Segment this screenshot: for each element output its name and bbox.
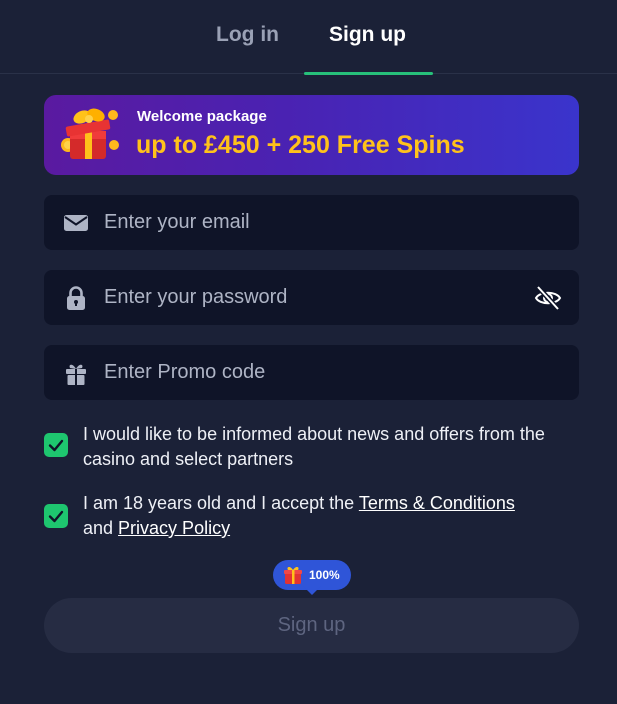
gift-icon (284, 566, 302, 584)
terms-text-prefix: I am 18 years old and I accept the (83, 493, 359, 513)
privacy-policy-link[interactable]: Privacy Policy (118, 518, 230, 538)
eye-off-icon[interactable] (533, 283, 563, 313)
news-consent-label: I would like to be informed about news a… (83, 424, 545, 469)
active-tab-indicator (304, 72, 433, 75)
signup-submit-button[interactable]: Sign up (44, 598, 579, 653)
password-input[interactable] (104, 270, 524, 325)
tab-login[interactable]: Log in (216, 20, 279, 50)
signup-modal: Log in Sign up Welcome package up to £45… (0, 0, 617, 704)
promo-field-container (44, 345, 579, 400)
lock-icon (67, 286, 85, 310)
email-input[interactable] (104, 195, 524, 250)
news-consent-checkbox[interactable] (44, 433, 68, 457)
envelope-icon (64, 215, 88, 231)
auth-tabs: Log in Sign up (0, 0, 617, 75)
bonus-badge-text: 100% (309, 568, 340, 582)
banner-offer: up to £450 + 250 Free Spins (136, 131, 465, 159)
checkmark-icon (48, 510, 64, 523)
tab-signup[interactable]: Sign up (329, 20, 406, 50)
badge-pointer (303, 586, 321, 595)
gift-box-icon (61, 108, 119, 159)
terms-text-middle: and (83, 518, 119, 538)
banner-subtitle: Welcome package (137, 108, 267, 125)
welcome-banner: Welcome package up to £450 + 250 Free Sp… (44, 95, 579, 175)
promo-code-input[interactable] (104, 345, 524, 400)
email-field-container (44, 195, 579, 250)
terms-consent-checkbox[interactable] (44, 504, 68, 528)
terms-conditions-link[interactable]: Terms & Conditions (359, 493, 515, 513)
password-field-container (44, 270, 579, 325)
checkmark-icon (48, 439, 64, 452)
gift-icon (66, 364, 86, 385)
terms-consent-label: I am 18 years old and I accept the Terms… (83, 491, 583, 541)
